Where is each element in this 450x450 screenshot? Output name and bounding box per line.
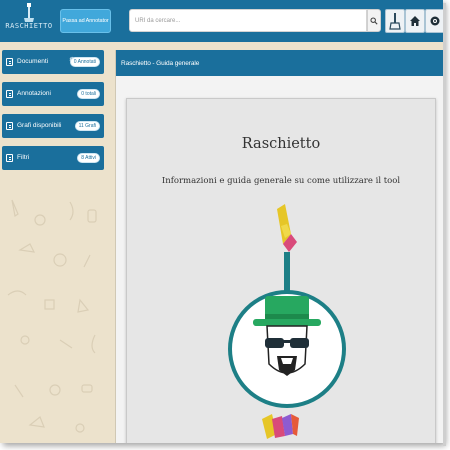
logo-text: RASCHIETTO bbox=[5, 22, 53, 30]
mascot-logo-icon bbox=[228, 204, 346, 439]
sidebar-item-label: Annotazioni bbox=[17, 90, 51, 97]
breadcrumb: Raschietto - Guida generale bbox=[121, 59, 200, 67]
search-icon bbox=[370, 16, 378, 25]
page-title: Raschietto bbox=[241, 136, 321, 152]
guide-card: Raschietto Informazioni e guida generale… bbox=[126, 98, 436, 443]
graphs-count-badge: 11 Grafi bbox=[74, 121, 100, 131]
home-icon bbox=[410, 16, 420, 26]
scrape-button[interactable] bbox=[385, 9, 405, 33]
sidebar-item-label: Filtri bbox=[17, 154, 30, 161]
sidebar: Documenti ⚙ 0 Annotati Annotazioni 0 tot… bbox=[2, 50, 104, 178]
uri-search-input[interactable]: URI da cercare... bbox=[129, 9, 367, 32]
document-icon bbox=[6, 154, 13, 162]
document-icon bbox=[6, 58, 13, 66]
sidebar-item-documents[interactable]: Documenti ⚙ 0 Annotati bbox=[2, 50, 104, 74]
switch-to-annotator-button[interactable]: Passa ad Annotator bbox=[60, 9, 111, 33]
annotations-count-badge: 0 totali bbox=[77, 89, 100, 99]
panel-header: Raschietto - Guida generale bbox=[116, 50, 443, 76]
document-icon bbox=[6, 90, 13, 98]
window-shadow bbox=[443, 3, 446, 446]
app-logo[interactable]: RASCHIETTO bbox=[4, 2, 54, 38]
annotated-count-badge: 0 Annotati bbox=[69, 57, 100, 67]
eye-icon bbox=[430, 16, 439, 26]
sidebar-item-graphs[interactable]: Grafi disponibili 11 Grafi bbox=[2, 114, 104, 138]
top-navbar: RASCHIETTO Passa ad Annotator URI da cer… bbox=[0, 0, 443, 42]
main-panel: Raschietto - Guida generale Raschietto I… bbox=[115, 50, 443, 443]
background-doodles bbox=[7, 199, 97, 433]
app-window: RASCHIETTO Passa ad Annotator URI da cer… bbox=[0, 0, 443, 443]
view-button[interactable] bbox=[425, 9, 443, 33]
sidebar-item-label: Grafi disponibili bbox=[17, 122, 62, 129]
uri-search-placeholder: URI da cercare... bbox=[135, 17, 181, 24]
sidebar-item-filters[interactable]: Filtri 8 Attivi bbox=[2, 146, 104, 170]
switch-to-annotator-label: Passa ad Annotator bbox=[62, 18, 109, 24]
filters-count-badge: 8 Attivi bbox=[77, 153, 100, 163]
broom-icon bbox=[389, 13, 401, 30]
search-button[interactable] bbox=[367, 9, 381, 32]
home-button[interactable] bbox=[405, 9, 425, 33]
scraper-logo-icon bbox=[24, 3, 34, 22]
sidebar-item-label: Documenti bbox=[17, 58, 49, 65]
sidebar-item-annotations[interactable]: Annotazioni 0 totali bbox=[2, 82, 104, 106]
document-icon bbox=[6, 122, 13, 130]
page-subtitle: Informazioni e guida generale su come ut… bbox=[161, 176, 401, 186]
